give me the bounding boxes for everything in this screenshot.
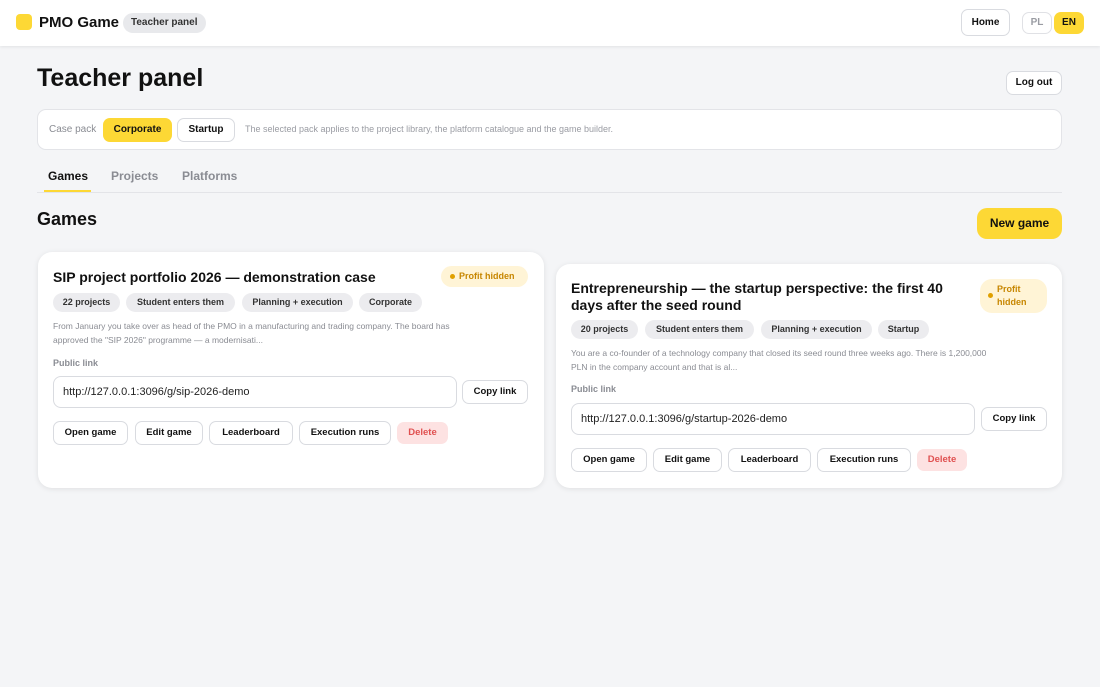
home-button[interactable]: Home xyxy=(961,9,1010,36)
new-game-button[interactable]: New game xyxy=(977,208,1062,239)
profit-badge-label: hidden xyxy=(997,297,1027,307)
profit-badge-label: Profit xyxy=(997,284,1021,294)
description-line: From January you take over as head of th… xyxy=(53,321,450,331)
execution-runs-button[interactable]: Execution runs xyxy=(817,448,911,472)
tag: Student enters them xyxy=(126,293,235,312)
description-line: You are a co-founder of a technology com… xyxy=(571,348,987,358)
edit-game-button[interactable]: Edit game xyxy=(135,421,203,445)
pack-corporate-button[interactable]: Corporate xyxy=(103,118,172,142)
tab-games[interactable]: Games xyxy=(48,169,88,183)
profit-badge-label: Profit hidden xyxy=(459,271,515,281)
game-title: SIP project portfolio 2026 — demonstrati… xyxy=(53,269,376,285)
top-bar: PMO Game Teacher panel Home PL EN xyxy=(0,0,1100,46)
public-link-field[interactable]: http://127.0.0.1:3096/g/startup-2026-dem… xyxy=(571,403,975,435)
copy-link-button[interactable]: Copy link xyxy=(462,380,528,404)
status-dot-icon xyxy=(988,293,993,298)
delete-button[interactable]: Delete xyxy=(917,449,967,471)
case-pack-note: The selected pack applies to the project… xyxy=(245,124,614,134)
brand-name[interactable]: PMO Game xyxy=(39,14,119,31)
description-line: PLN in the company account and that is a… xyxy=(571,362,738,372)
teacher-panel-badge: Teacher panel xyxy=(123,13,206,33)
tag: 20 projects xyxy=(571,320,638,339)
tag: Corporate xyxy=(359,293,422,312)
tag: Startup xyxy=(878,320,929,339)
page-title: Teacher panel xyxy=(37,64,204,92)
lang-en-button[interactable]: EN xyxy=(1054,12,1084,34)
description-line: approved the "SIP 2026" programme — a mo… xyxy=(53,335,263,345)
game-card: Entrepreneurship — the startup perspecti… xyxy=(556,264,1062,488)
game-title-line: Entrepreneurship — the startup perspecti… xyxy=(571,280,943,296)
tab-projects[interactable]: Projects xyxy=(111,169,158,183)
open-game-button[interactable]: Open game xyxy=(571,448,647,472)
tag: Planning + execution xyxy=(761,320,872,339)
game-title-line: days after the seed round xyxy=(571,297,742,313)
copy-link-button[interactable]: Copy link xyxy=(981,407,1047,431)
game-card: SIP project portfolio 2026 — demonstrati… xyxy=(38,252,544,488)
execution-runs-button[interactable]: Execution runs xyxy=(299,421,391,445)
public-link-label: Public link xyxy=(53,358,99,368)
lang-pl-button[interactable]: PL xyxy=(1022,12,1052,34)
section-title: Games xyxy=(37,209,98,229)
pack-startup-button[interactable]: Startup xyxy=(177,118,235,142)
tag: Planning + execution xyxy=(242,293,353,312)
case-pack-label: Case pack xyxy=(49,124,97,135)
status-dot-icon xyxy=(450,274,455,279)
tabs-divider xyxy=(37,192,1062,193)
game-description: From January you take over as head of th… xyxy=(53,319,450,347)
public-link-field[interactable]: http://127.0.0.1:3096/g/sip-2026-demo xyxy=(53,376,457,408)
profit-hidden-badge: Profit hidden xyxy=(441,266,528,287)
game-description: You are a co-founder of a technology com… xyxy=(571,346,986,374)
logo-icon xyxy=(16,14,32,30)
delete-button[interactable]: Delete xyxy=(397,422,448,444)
leaderboard-button[interactable]: Leaderboard xyxy=(728,448,811,472)
tag: 22 projects xyxy=(53,293,120,312)
active-tab-indicator xyxy=(44,190,91,192)
edit-game-button[interactable]: Edit game xyxy=(653,448,722,472)
profit-hidden-badge: Profit hidden xyxy=(980,279,1047,313)
leaderboard-button[interactable]: Leaderboard xyxy=(209,421,293,445)
case-pack-bar: Case pack Corporate Startup The selected… xyxy=(37,109,1062,150)
tag: Student enters them xyxy=(645,320,754,339)
game-title: Entrepreneurship — the startup perspecti… xyxy=(571,280,943,314)
open-game-button[interactable]: Open game xyxy=(53,421,128,445)
public-link-label: Public link xyxy=(571,384,617,394)
tab-platforms[interactable]: Platforms xyxy=(182,169,237,183)
logout-button[interactable]: Log out xyxy=(1006,71,1062,95)
